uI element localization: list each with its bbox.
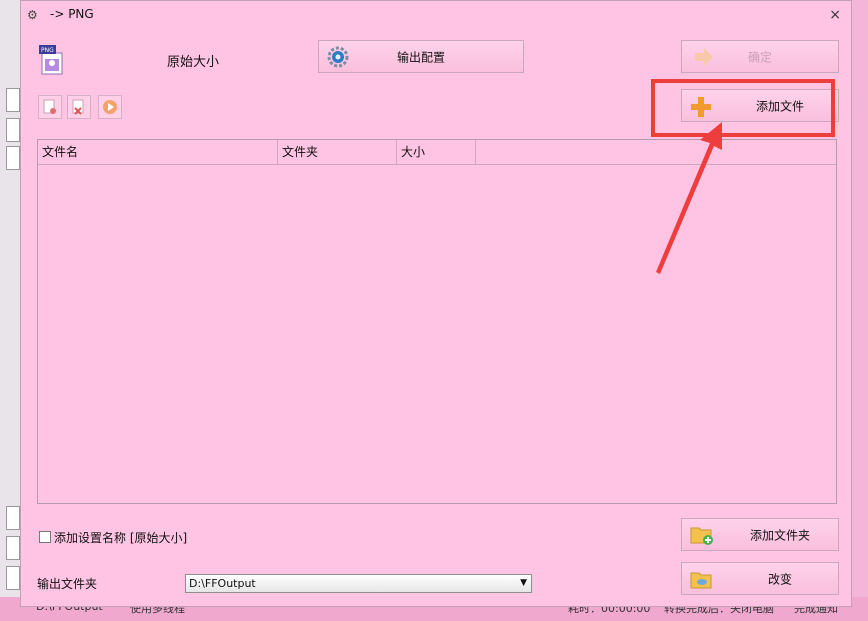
change-folder-button[interactable]: 改变	[681, 562, 839, 595]
add-setting-name-checkbox-row[interactable]: 添加设置名称 [原始大小]	[39, 529, 187, 546]
app-icon: ⚙	[27, 8, 38, 22]
output-config-label: 输出配置	[396, 50, 445, 64]
png-file-icon: PNG	[39, 45, 63, 75]
play-button[interactable]	[98, 95, 122, 119]
highlight-box	[651, 79, 835, 137]
output-folder-label: 输出文件夹	[37, 577, 98, 591]
ok-label: 确定	[747, 50, 772, 64]
ok-button[interactable]: 确定	[681, 40, 839, 73]
background-app-icon	[6, 536, 20, 560]
remove-file-icon	[43, 99, 56, 114]
output-config-button[interactable]: 输出配置	[318, 40, 524, 73]
remove-file-button[interactable]	[38, 95, 62, 119]
close-button[interactable]: ×	[829, 7, 841, 23]
chevron-down-icon: ▼	[520, 578, 527, 588]
add-setting-name-label: 添加设置名称 [原始大小]	[54, 531, 188, 545]
window-title: -> PNG	[50, 7, 94, 21]
file-list-table[interactable]: 文件名 文件夹 大小	[37, 139, 837, 504]
add-folder-button[interactable]: 添加文件夹	[681, 518, 839, 551]
folder-add-icon	[690, 527, 713, 545]
svg-text:PNG: PNG	[41, 47, 54, 54]
change-folder-label: 改变	[767, 572, 792, 586]
clear-list-button[interactable]	[67, 95, 91, 119]
add-setting-name-checkbox[interactable]	[39, 531, 51, 543]
clear-icon	[72, 99, 84, 115]
background-app-icon	[6, 88, 20, 112]
output-folder-value: D:\FFOutput	[189, 577, 256, 590]
size-setting-label: 原始大小	[167, 55, 220, 70]
folder-change-icon	[690, 572, 712, 589]
background-app-icon	[6, 506, 20, 530]
background-app-sidebar	[0, 0, 21, 621]
background-app-icon	[6, 566, 20, 590]
play-icon	[103, 100, 117, 114]
column-header-size[interactable]: 大小	[397, 140, 476, 164]
background-app-icon	[6, 118, 20, 142]
column-header-filename[interactable]: 文件名	[38, 140, 278, 164]
background-app-icon	[6, 146, 20, 170]
output-folder-select[interactable]: D:\FFOutput ▼	[185, 574, 532, 593]
table-header: 文件名 文件夹 大小	[38, 140, 836, 165]
column-header-folder[interactable]: 文件夹	[278, 140, 397, 164]
title-bar: ⚙ -> PNG ×	[21, 1, 851, 29]
add-folder-label: 添加文件夹	[749, 528, 810, 542]
